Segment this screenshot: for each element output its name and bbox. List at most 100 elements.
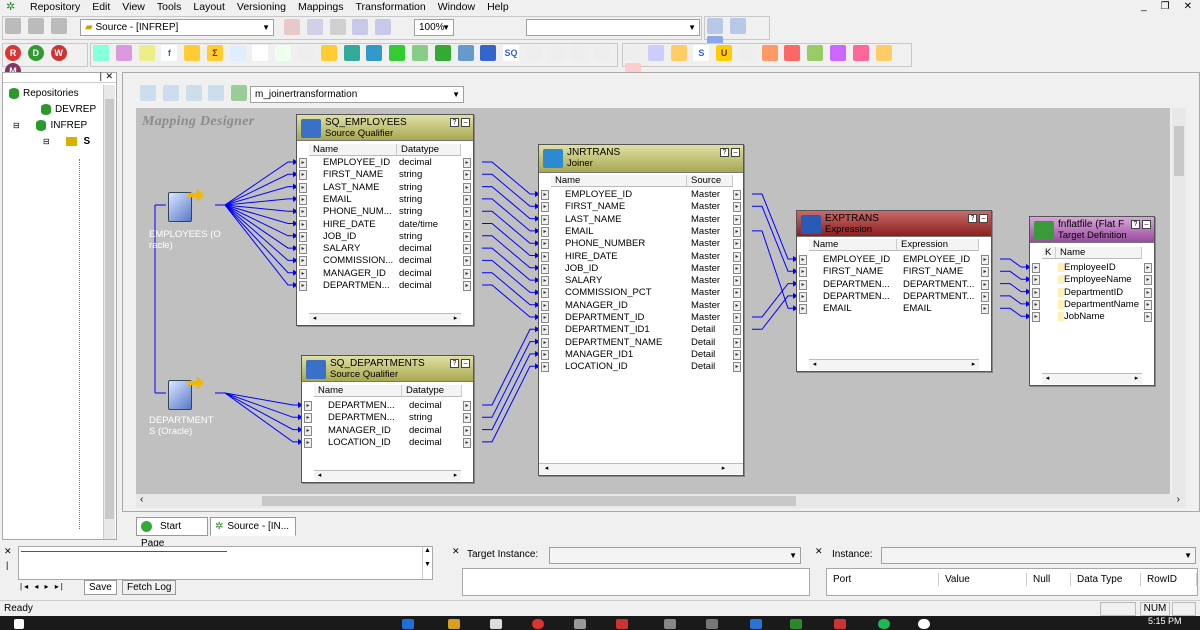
windows-start-icon[interactable] (14, 619, 24, 629)
port-name[interactable]: HIRE_DATE (565, 251, 689, 263)
input-port-icon[interactable]: ▸ (541, 263, 549, 274)
joiner-transform[interactable]: JNRTRANS Joiner ? – Name Source Ty ◂ ▸ ▸… (538, 144, 744, 476)
port-name[interactable]: EmployeeName (1064, 274, 1144, 286)
output-port-icon[interactable]: ▸ (733, 263, 741, 274)
output-port-icon[interactable]: ▸ (733, 276, 741, 287)
port-link[interactable] (752, 205, 798, 272)
input-port-icon[interactable]: ▸ (304, 437, 312, 448)
transform-header[interactable]: SQ_DEPARTMENTS Source Qualifier ? – (302, 356, 473, 382)
port-name[interactable]: DEPARTMENT_ID (565, 312, 689, 324)
output-nav-icon[interactable]: |◂ ◂ ▸ ▸| (20, 582, 65, 591)
output-port-icon[interactable]: ▸ (981, 304, 989, 315)
column-header-name[interactable]: Name (314, 385, 402, 397)
port-name[interactable]: DepartmentID (1064, 287, 1144, 299)
column-header-key[interactable]: K (1042, 247, 1056, 259)
scroll-right-icon[interactable]: ▸ (450, 471, 461, 481)
port-name[interactable]: HIRE_DATE (323, 219, 397, 231)
scroll-right-icon[interactable]: ▸ (450, 314, 461, 324)
source-link[interactable] (215, 204, 298, 237)
input-port-icon[interactable]: ▸ (304, 413, 312, 424)
input-port-icon[interactable]: ▸ (799, 267, 807, 278)
output-port-icon[interactable]: ▸ (463, 268, 471, 279)
close-icon[interactable]: ✕ (4, 546, 12, 557)
tab-start-page[interactable]: Start Page (136, 517, 208, 549)
output-port-icon[interactable]: ▸ (981, 255, 989, 265)
input-port-icon[interactable]: ▸ (304, 401, 312, 411)
input-port-icon[interactable]: ▸ (1032, 287, 1040, 298)
sq-employees-transform[interactable]: SQ_EMPLOYEES Source Qualifier ? – Name D… (296, 114, 474, 326)
output-port-icon[interactable]: ▸ (733, 349, 741, 360)
output-port-icon[interactable]: ▸ (733, 313, 741, 323)
input-port-icon[interactable]: ▸ (299, 219, 307, 230)
output-port-icon[interactable]: ▸ (733, 226, 741, 237)
port-link[interactable] (482, 272, 540, 306)
port-name[interactable]: LAST_NAME (565, 214, 689, 226)
scroll-right-icon[interactable]: ▸ (968, 360, 979, 370)
output-port-icon[interactable]: ▸ (981, 267, 989, 278)
input-port-icon[interactable]: ▸ (299, 207, 307, 218)
input-port-icon[interactable]: ▸ (541, 202, 549, 213)
transform-hscroll[interactable]: ◂ ▸ (1042, 373, 1142, 384)
output-port-icon[interactable]: ▸ (463, 231, 471, 242)
port-name[interactable]: EMPLOYEE_ID (323, 157, 397, 169)
app-icon[interactable] (834, 619, 846, 629)
port-name[interactable]: JOB_ID (323, 231, 397, 243)
input-port-icon[interactable]: ▸ (799, 304, 807, 315)
port-name[interactable]: FIRST_NAME (823, 266, 901, 278)
input-port-icon[interactable]: ▸ (1032, 299, 1040, 310)
output-port-icon[interactable]: ▸ (733, 251, 741, 262)
input-port-icon[interactable]: ▸ (299, 281, 307, 291)
output-port-icon[interactable]: ▸ (1144, 287, 1152, 298)
output-port-icon[interactable]: ▸ (981, 291, 989, 302)
chrome-icon[interactable] (532, 619, 544, 629)
explorer-icon[interactable] (448, 619, 460, 629)
help-icon[interactable]: ? (450, 118, 459, 127)
input-port-icon[interactable]: ▸ (541, 251, 549, 262)
help-icon[interactable]: ? (1131, 220, 1140, 229)
transform-hscroll[interactable]: ◂ ▸ (309, 313, 461, 324)
port-name[interactable]: DEPARTMEN... (323, 280, 397, 292)
port-name[interactable]: MANAGER_ID (565, 300, 689, 312)
app-icon[interactable] (616, 619, 628, 629)
output-port-icon[interactable]: ▸ (733, 239, 741, 250)
transform-header[interactable]: JNRTRANS Joiner ? – (539, 145, 743, 173)
port-name[interactable]: DEPARTMEN... (328, 400, 407, 412)
input-port-icon[interactable]: ▸ (541, 349, 549, 360)
output-port-icon[interactable]: ▸ (463, 413, 471, 424)
source-link[interactable] (215, 204, 298, 261)
port-name[interactable]: EMPLOYEE_ID (823, 254, 901, 266)
port-name[interactable]: DepartmentName (1064, 299, 1144, 311)
app-icon[interactable] (664, 619, 676, 629)
input-port-icon[interactable]: ▸ (799, 255, 807, 265)
output-port-icon[interactable]: ▸ (463, 158, 471, 168)
port-link[interactable] (482, 353, 540, 431)
output-port-icon[interactable]: ▸ (1144, 263, 1152, 273)
input-port-icon[interactable]: ▸ (1032, 312, 1040, 323)
port-name[interactable]: FIRST_NAME (565, 201, 689, 213)
minimize-icon[interactable]: – (461, 359, 470, 368)
column-header-name[interactable]: Name (809, 239, 897, 251)
output-port-icon[interactable]: ▸ (463, 401, 471, 411)
output-vscroll[interactable]: ▲ ▼ (422, 547, 432, 579)
port-link[interactable] (482, 341, 540, 418)
transform-hscroll[interactable]: ◂ ▸ (314, 470, 461, 481)
input-port-icon[interactable]: ▸ (541, 325, 549, 336)
output-port-icon[interactable]: ▸ (1144, 299, 1152, 310)
app-icon[interactable] (790, 619, 802, 629)
source-link[interactable] (215, 392, 303, 431)
source-link[interactable] (215, 392, 303, 443)
output-port-icon[interactable]: ▸ (981, 279, 989, 290)
column-header-datatype[interactable]: Datatype (402, 385, 462, 397)
input-port-icon[interactable]: ▸ (299, 268, 307, 279)
input-port-icon[interactable]: ▸ (541, 337, 549, 348)
input-port-icon[interactable]: ▸ (299, 231, 307, 242)
source-link[interactable] (215, 204, 298, 286)
input-port-icon[interactable]: ▸ (541, 300, 549, 311)
help-icon[interactable]: ? (720, 148, 729, 157)
output-port-icon[interactable]: ▸ (733, 202, 741, 213)
close-icon[interactable]: ✕ (815, 546, 823, 557)
port-link[interactable] (482, 161, 540, 195)
port-name[interactable]: PHONE_NUMBER (565, 238, 689, 250)
output-port-icon[interactable]: ▸ (733, 190, 741, 200)
scroll-left-icon[interactable]: ◂ (314, 471, 325, 481)
